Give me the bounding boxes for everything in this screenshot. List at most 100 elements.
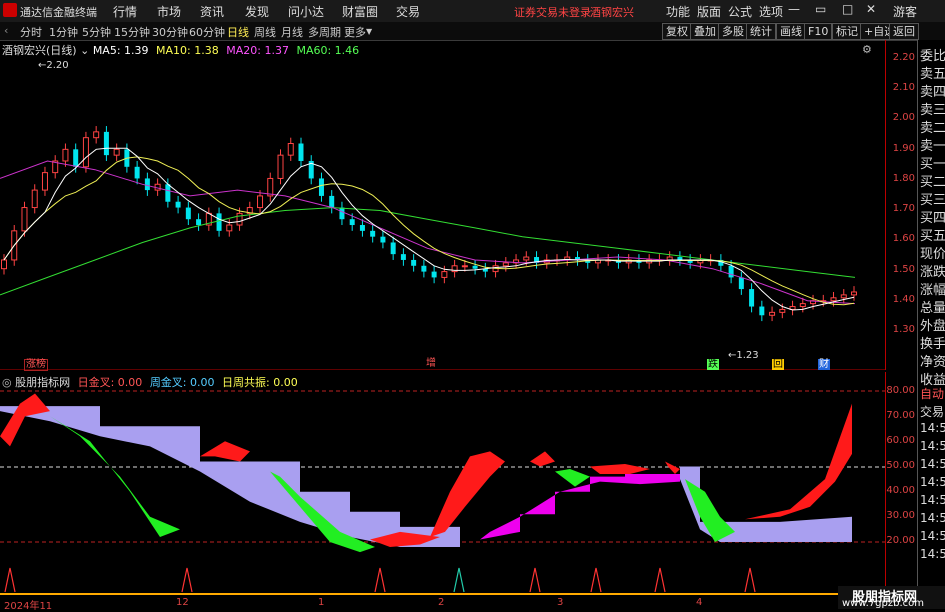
menu-hangqing[interactable]: 行情	[113, 3, 137, 20]
side-item[interactable]: 卖五	[920, 63, 945, 82]
side-item[interactable]: 涨跌	[920, 261, 945, 280]
candle[interactable]	[472, 265, 478, 269]
candle[interactable]	[728, 265, 734, 278]
marker-zhangbang[interactable]: 涨榜	[24, 359, 48, 371]
side-item[interactable]: 涨幅	[920, 279, 945, 298]
candle[interactable]	[287, 143, 294, 156]
candle[interactable]	[73, 149, 79, 167]
tf-more[interactable]: 更多	[344, 24, 366, 40]
candle[interactable]	[339, 207, 345, 220]
tf-fenshi[interactable]: 分时	[20, 24, 42, 40]
candle[interactable]	[175, 201, 181, 208]
minimize-icon[interactable]: —	[788, 2, 800, 16]
candle[interactable]	[236, 212, 243, 226]
collapse-icon[interactable]: ‹	[4, 24, 8, 37]
tf-daily[interactable]: 日线	[227, 24, 249, 40]
price-chart-panel[interactable]: 酒钢宏兴(日线) ⌄ MA5: 1.39 MA10: 1.38 MA20: 1.…	[0, 40, 885, 371]
candle[interactable]	[113, 148, 120, 156]
candle[interactable]	[62, 148, 69, 162]
guest-label[interactable]: 游客	[893, 3, 917, 20]
candle[interactable]	[461, 265, 468, 268]
menu-xuanxiang[interactable]: 选项	[759, 3, 783, 20]
side-item[interactable]: 买四	[920, 207, 945, 226]
marker-zeng[interactable]: 增	[426, 359, 436, 369]
side-item[interactable]: 买五	[920, 225, 945, 244]
menu-banmian[interactable]: 版面	[697, 3, 721, 20]
side-item[interactable]: 卖三	[920, 99, 945, 118]
tf-multi[interactable]: 多周期	[308, 24, 341, 40]
candle[interactable]	[267, 177, 274, 197]
diejia-button[interactable]: 叠加	[690, 23, 720, 40]
indicator-collapse-icon[interactable]: ◎	[2, 376, 12, 389]
menu-gongneng[interactable]: 功能	[666, 3, 690, 20]
side-item[interactable]: 总量	[920, 297, 945, 316]
biaoji-button[interactable]: 标记	[832, 23, 862, 40]
huaxian-button[interactable]: 画线	[776, 23, 806, 40]
back-button[interactable]: 返回	[889, 23, 919, 40]
candle[interactable]	[759, 306, 765, 316]
candle[interactable]	[31, 189, 38, 209]
candle[interactable]	[41, 172, 48, 191]
candle[interactable]	[441, 271, 448, 278]
candle[interactable]	[431, 271, 437, 278]
candle[interactable]	[196, 219, 202, 226]
duogu-button[interactable]: 多股	[718, 23, 748, 40]
tongji-button[interactable]: 统计	[746, 23, 776, 40]
fuquan-button[interactable]: 复权	[662, 23, 692, 40]
candle[interactable]	[216, 213, 222, 231]
settings-gear-icon[interactable]: ⚙	[862, 43, 872, 56]
more-dropdown-icon[interactable]: ▼	[366, 27, 372, 36]
marker-die[interactable]: 跌	[707, 359, 719, 370]
candle[interactable]	[749, 289, 755, 307]
candle[interactable]	[421, 265, 427, 272]
ma-toggle-icon[interactable]: ⌄	[80, 44, 89, 57]
tf-1min[interactable]: 1分钟	[49, 24, 78, 40]
login-notice[interactable]: 证券交易未登录	[514, 4, 591, 20]
close-icon[interactable]: ✕	[866, 2, 876, 16]
candle[interactable]	[165, 184, 171, 202]
candle[interactable]	[769, 311, 776, 316]
side-item[interactable]: 委比	[920, 45, 945, 64]
candle[interactable]	[523, 256, 530, 261]
candle[interactable]	[1, 259, 7, 270]
tf-weekly[interactable]: 周线	[254, 24, 276, 40]
marker-hui[interactable]: 回	[772, 359, 784, 370]
menu-caifuquan[interactable]: 财富圈	[342, 3, 378, 20]
candle[interactable]	[400, 254, 406, 260]
candle[interactable]	[779, 308, 786, 313]
side-item[interactable]: 买一	[920, 153, 945, 172]
tf-5min[interactable]: 5分钟	[82, 24, 111, 40]
candle[interactable]	[370, 230, 376, 237]
candle[interactable]	[502, 262, 509, 267]
candle[interactable]	[318, 178, 324, 196]
candle[interactable]	[144, 178, 150, 191]
candle[interactable]	[277, 154, 284, 179]
side-item[interactable]: 自动	[920, 385, 944, 402]
side-item[interactable]: 换手	[920, 333, 945, 352]
candle[interactable]	[329, 195, 335, 208]
menu-wenxiaoda[interactable]: 问小达	[288, 3, 324, 20]
candle[interactable]	[93, 131, 100, 139]
candle[interactable]	[298, 143, 304, 161]
candle[interactable]	[134, 166, 140, 179]
candle[interactable]	[103, 131, 109, 156]
candle[interactable]	[830, 297, 837, 302]
indicator-panel[interactable]: ◎ 股朋指标网 日金叉: 0.00 周金叉: 0.00 日周共振: 0.00	[0, 372, 885, 597]
indicator-chart[interactable]	[0, 372, 885, 597]
side-item[interactable]: 买三	[920, 189, 945, 208]
candle[interactable]	[82, 137, 89, 168]
candle[interactable]	[185, 207, 191, 220]
side-item[interactable]: 净资	[920, 351, 945, 370]
candle[interactable]	[380, 236, 386, 243]
tf-monthly[interactable]: 月线	[281, 24, 303, 40]
candle[interactable]	[851, 291, 857, 296]
candlestick-chart[interactable]	[0, 40, 885, 370]
tf-15min[interactable]: 15分钟	[114, 24, 150, 40]
candle[interactable]	[738, 277, 744, 290]
menu-jiaoyi[interactable]: 交易	[396, 3, 420, 20]
tf-30min[interactable]: 30分钟	[152, 24, 188, 40]
candle[interactable]	[411, 259, 417, 266]
menu-zixun[interactable]: 资讯	[200, 3, 224, 20]
side-item[interactable]: 交易	[920, 403, 944, 420]
candle[interactable]	[799, 303, 806, 308]
